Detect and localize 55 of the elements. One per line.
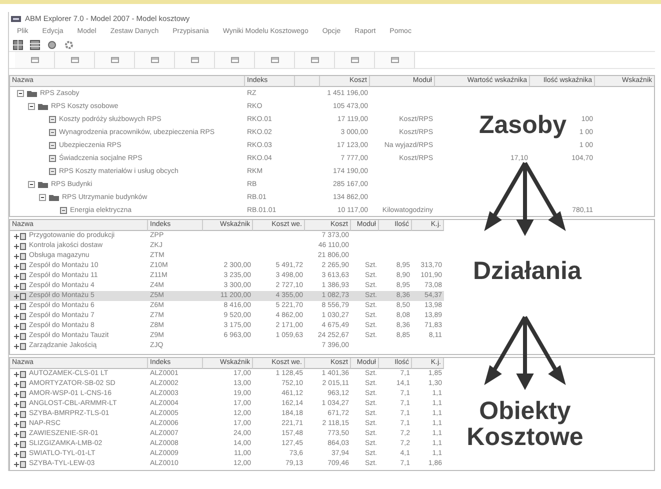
window-icon <box>350 57 358 63</box>
collapse-icon[interactable] <box>28 103 35 110</box>
node-icon <box>14 342 26 350</box>
gear-icon[interactable] <box>64 40 74 50</box>
view-button[interactable] <box>255 52 295 68</box>
node-icon <box>14 420 26 428</box>
view-button[interactable] <box>95 52 135 68</box>
node-icon <box>14 322 26 330</box>
node-icon <box>14 302 26 310</box>
node-icon <box>14 450 26 458</box>
view-button[interactable] <box>175 52 215 68</box>
view-button[interactable] <box>295 52 335 68</box>
document-icon <box>60 207 67 214</box>
collapse-icon[interactable] <box>28 181 35 188</box>
node-icon <box>14 312 26 320</box>
view-button[interactable] <box>55 52 95 68</box>
view-button[interactable] <box>375 52 415 68</box>
document-icon <box>49 116 56 123</box>
document-icon <box>49 142 56 149</box>
column-header[interactable] <box>295 76 320 87</box>
node-icon <box>14 390 26 398</box>
node-icon <box>14 232 26 240</box>
window-icon <box>70 57 78 63</box>
window-icon <box>310 57 318 63</box>
node-icon <box>14 410 26 418</box>
node-icon <box>14 400 26 408</box>
window-icon <box>30 57 38 63</box>
collapse-icon[interactable] <box>17 90 24 97</box>
node-icon <box>14 440 26 448</box>
node-icon <box>14 370 26 378</box>
view-button[interactable] <box>335 52 375 68</box>
node-icon <box>14 242 26 250</box>
node-icon <box>14 332 26 340</box>
node-icon <box>14 430 26 438</box>
view-button[interactable] <box>135 52 175 68</box>
circle-icon[interactable] <box>47 40 57 50</box>
collapse-icon[interactable] <box>39 194 46 201</box>
node-icon <box>14 272 26 280</box>
document-icon <box>49 129 56 136</box>
document-icon <box>49 168 56 175</box>
window-icon <box>190 57 198 63</box>
document-icon <box>49 155 56 162</box>
grid-icon[interactable] <box>13 40 23 50</box>
view-button[interactable] <box>215 52 255 68</box>
node-icon <box>14 380 26 388</box>
node-icon <box>14 262 26 270</box>
node-icon <box>14 252 26 260</box>
node-icon <box>14 460 26 468</box>
window-icon <box>230 57 238 63</box>
window-icon <box>150 57 158 63</box>
window-icon <box>390 57 398 63</box>
table-icon[interactable] <box>30 40 40 50</box>
window-icon <box>270 57 278 63</box>
app-icon <box>11 14 21 22</box>
window-icon <box>110 57 118 63</box>
